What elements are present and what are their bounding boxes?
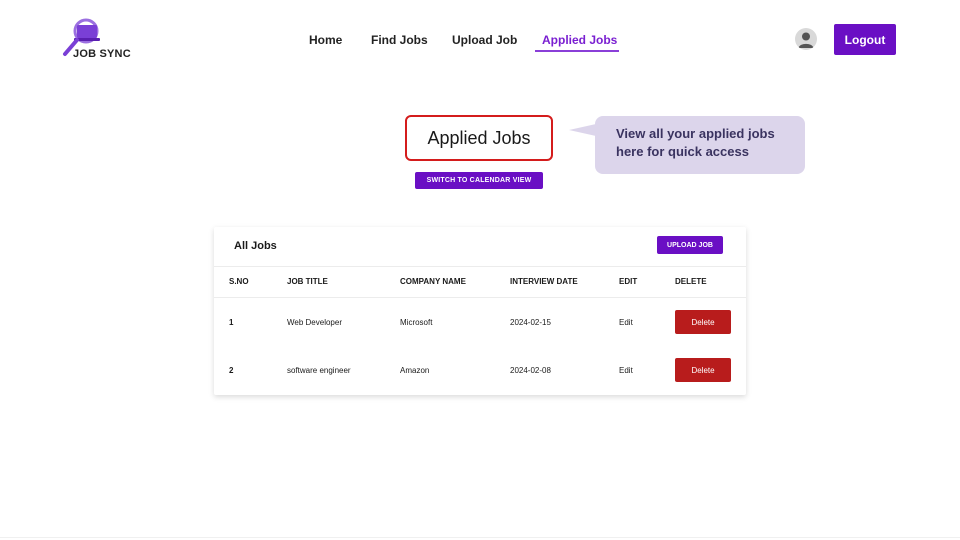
row-1-company: Microsoft xyxy=(400,318,433,327)
column-header-edit: EDIT xyxy=(619,277,638,286)
logout-button[interactable]: Logout xyxy=(834,24,896,55)
row-1-edit-link[interactable]: Edit xyxy=(619,318,633,327)
tooltip-arrow xyxy=(569,124,596,136)
row-2-job-title: software engineer xyxy=(287,366,351,375)
page-title: Applied Jobs xyxy=(405,115,553,161)
row-1-sno: 1 xyxy=(229,318,234,327)
nav-applied-jobs[interactable]: Applied Jobs xyxy=(542,33,617,47)
column-header-job-title: JOB TITLE xyxy=(287,277,328,286)
row-1-delete-button[interactable]: Delete xyxy=(675,310,731,334)
info-tooltip: View all your applied jobs here for quic… xyxy=(595,116,805,174)
row-2-interview-date: 2024-02-08 xyxy=(510,366,551,375)
column-header-sno: S.NO xyxy=(229,277,249,286)
nav-upload-job[interactable]: Upload Job xyxy=(452,33,517,47)
user-icon xyxy=(798,32,814,48)
row-2-company: Amazon xyxy=(400,366,430,375)
row-2-sno: 2 xyxy=(229,366,234,375)
upload-job-button[interactable]: UPLOAD JOB xyxy=(657,236,723,254)
nav-home[interactable]: Home xyxy=(309,33,342,47)
row-2-edit-link[interactable]: Edit xyxy=(619,366,633,375)
column-header-delete: DELETE xyxy=(675,277,707,286)
active-nav-underline xyxy=(535,50,619,52)
card-title: All Jobs xyxy=(234,240,277,252)
column-header-interview-date: INTERVIEW DATE xyxy=(510,277,578,286)
switch-calendar-view-button[interactable]: SWITCH TO CALENDAR VIEW xyxy=(415,172,543,189)
user-avatar[interactable] xyxy=(795,28,817,50)
row-2-delete-button[interactable]: Delete xyxy=(675,358,731,382)
footer-divider xyxy=(0,537,960,538)
column-header-company: COMPANY NAME xyxy=(400,277,466,286)
row-1-job-title: Web Developer xyxy=(287,318,342,327)
row-1-interview-date: 2024-02-15 xyxy=(510,318,551,327)
header-divider xyxy=(214,297,746,298)
applied-jobs-card: All Jobs UPLOAD JOB S.NO JOB TITLE COMPA… xyxy=(214,227,746,395)
nav-find-jobs[interactable]: Find Jobs xyxy=(371,33,428,47)
divider xyxy=(214,266,746,267)
